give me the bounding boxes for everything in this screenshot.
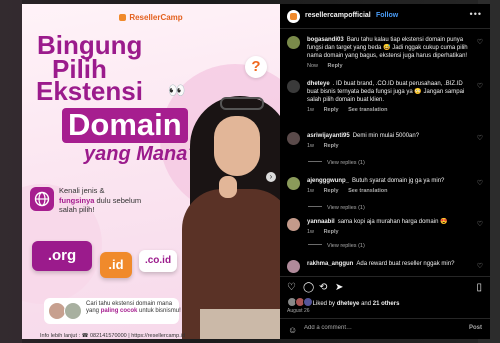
heart-icon[interactable]: ♡ bbox=[477, 38, 483, 46]
avatar bbox=[64, 302, 82, 320]
view-replies-button[interactable]: View replies (1) bbox=[308, 160, 365, 166]
cta-text: Cari tahu ekstensi domain mana yang pali… bbox=[86, 301, 181, 314]
comment-text: . ID buat brand, .CO.ID buat perusahaan,… bbox=[307, 81, 465, 103]
next-slide-button[interactable]: › bbox=[266, 172, 276, 182]
domain-chip-id: .id bbox=[100, 252, 132, 278]
comment-avatar[interactable] bbox=[287, 260, 300, 273]
comment-time: 1w bbox=[307, 229, 315, 235]
comment-username[interactable]: ajengggwunp_ bbox=[307, 178, 349, 184]
reply-button[interactable]: Reply bbox=[328, 63, 343, 69]
comment-bubble-icon[interactable]: ◯ bbox=[303, 282, 314, 293]
repost-icon[interactable]: ⟲ bbox=[319, 282, 327, 293]
comment-username[interactable]: asriwijayanti95 bbox=[307, 133, 350, 139]
see-translation-button[interactable]: See translation bbox=[348, 188, 387, 194]
woman-hand bbox=[219, 176, 237, 198]
heart-icon[interactable]: ♡ bbox=[477, 220, 483, 228]
likes-summary: Liked by dheteye and 21 others bbox=[287, 297, 399, 307]
post-actions: ♡ ◯ ⟲ ➤ ▯ bbox=[280, 276, 490, 295]
post-image: ResellerCamp Bingung Pilih Ekstensi 👀 Do… bbox=[22, 4, 280, 339]
comment-text: Ada reward buat reseller nggak min? bbox=[356, 261, 455, 267]
comment-avatar[interactable] bbox=[287, 132, 300, 145]
post-header: resellercampofficial Follow ••• bbox=[280, 4, 490, 29]
comment-avatar[interactable] bbox=[287, 36, 300, 49]
account-avatar[interactable] bbox=[287, 10, 300, 23]
share-icon[interactable]: ➤ bbox=[335, 282, 343, 293]
comment-time: 1w bbox=[307, 107, 315, 113]
woman-face bbox=[214, 116, 260, 176]
bookmark-icon[interactable]: ▯ bbox=[476, 282, 482, 293]
add-comment-bar: ☺ Post bbox=[280, 318, 490, 340]
post-date: August 26 bbox=[287, 308, 310, 314]
follow-button[interactable]: Follow bbox=[376, 12, 398, 19]
comment-text: Butuh syarat domain jg ga ya min? bbox=[352, 178, 445, 184]
comment-time: 1w bbox=[307, 143, 315, 149]
reply-button[interactable]: Reply bbox=[324, 107, 339, 113]
brand-name: ResellerCamp bbox=[129, 13, 183, 22]
globe-icon bbox=[30, 187, 54, 211]
headline-line-3: Ekstensi bbox=[36, 76, 143, 106]
headline-line-5: yang Mana? bbox=[84, 143, 200, 165]
comment-username[interactable]: dheteye bbox=[307, 81, 330, 87]
comment-username[interactable]: bogasandi03 bbox=[307, 37, 344, 43]
poster-subtext: Kenali jenis & fungsinya dulu sebelum sa… bbox=[59, 186, 142, 214]
heart-icon[interactable]: ♡ bbox=[477, 262, 483, 270]
eyes-emoji: 👀 bbox=[168, 82, 186, 98]
post-dialog: ResellerCamp Bingung Pilih Ekstensi 👀 Do… bbox=[22, 4, 490, 339]
reply-button[interactable]: Reply bbox=[324, 143, 339, 149]
comments-panel: resellercampofficial Follow ••• bogasand… bbox=[280, 4, 490, 339]
view-replies-button[interactable]: View replies (1) bbox=[308, 243, 365, 249]
comment-avatar[interactable] bbox=[287, 218, 300, 231]
comment-time: 1w bbox=[307, 188, 315, 194]
poster-cta-card: Cari tahu ekstensi domain mana yang pali… bbox=[44, 298, 181, 324]
comment-text: sama kopi aja murahan harga domain 😍 bbox=[337, 219, 448, 225]
add-comment-input[interactable] bbox=[304, 325, 454, 331]
heart-icon[interactable]: ♡ bbox=[477, 179, 483, 187]
post-comment-button[interactable]: Post bbox=[469, 325, 482, 331]
comment-time: Now bbox=[307, 63, 319, 69]
reply-button[interactable]: Reply bbox=[324, 188, 339, 194]
brand-icon bbox=[119, 14, 127, 21]
question-bubble: ? bbox=[245, 56, 267, 78]
domain-chip-coid: .co.id bbox=[139, 250, 177, 272]
see-translation-button[interactable]: See translation bbox=[348, 107, 387, 113]
brand-logo: ResellerCamp bbox=[22, 13, 280, 22]
liker-username[interactable]: dheteye bbox=[337, 301, 360, 307]
reply-button[interactable]: Reply bbox=[324, 229, 339, 235]
headline-line-4: Domain bbox=[62, 108, 188, 143]
heart-icon[interactable]: ♡ bbox=[477, 134, 483, 142]
comment-avatar[interactable] bbox=[287, 80, 300, 93]
comment-username[interactable]: yannaabil bbox=[307, 219, 335, 225]
poster-footer: Info lebih lanjut : ☎ 082141570000 | htt… bbox=[40, 333, 186, 339]
backdrop-left bbox=[0, 0, 22, 343]
heart-icon[interactable]: ♡ bbox=[477, 82, 483, 90]
comment-avatar[interactable] bbox=[287, 177, 300, 190]
liked-by-others-link[interactable]: 21 others bbox=[373, 301, 400, 307]
comment-text: Demi min mulai 5000an? bbox=[352, 133, 420, 139]
emoji-icon[interactable]: ☺ bbox=[288, 325, 297, 335]
comment-username[interactable]: rakhma_anggun bbox=[307, 261, 353, 267]
footer-separator: | bbox=[128, 333, 130, 339]
view-replies-button[interactable]: View replies (1) bbox=[308, 205, 365, 211]
sunglasses bbox=[220, 97, 264, 110]
phone-icon: ☎ bbox=[81, 333, 89, 339]
domain-chip-org: .org bbox=[32, 241, 92, 271]
more-options-icon[interactable]: ••• bbox=[470, 9, 482, 19]
account-username[interactable]: resellercampofficial bbox=[305, 12, 371, 19]
liker-avatar bbox=[303, 297, 313, 307]
like-heart-icon[interactable]: ♡ bbox=[287, 282, 296, 293]
